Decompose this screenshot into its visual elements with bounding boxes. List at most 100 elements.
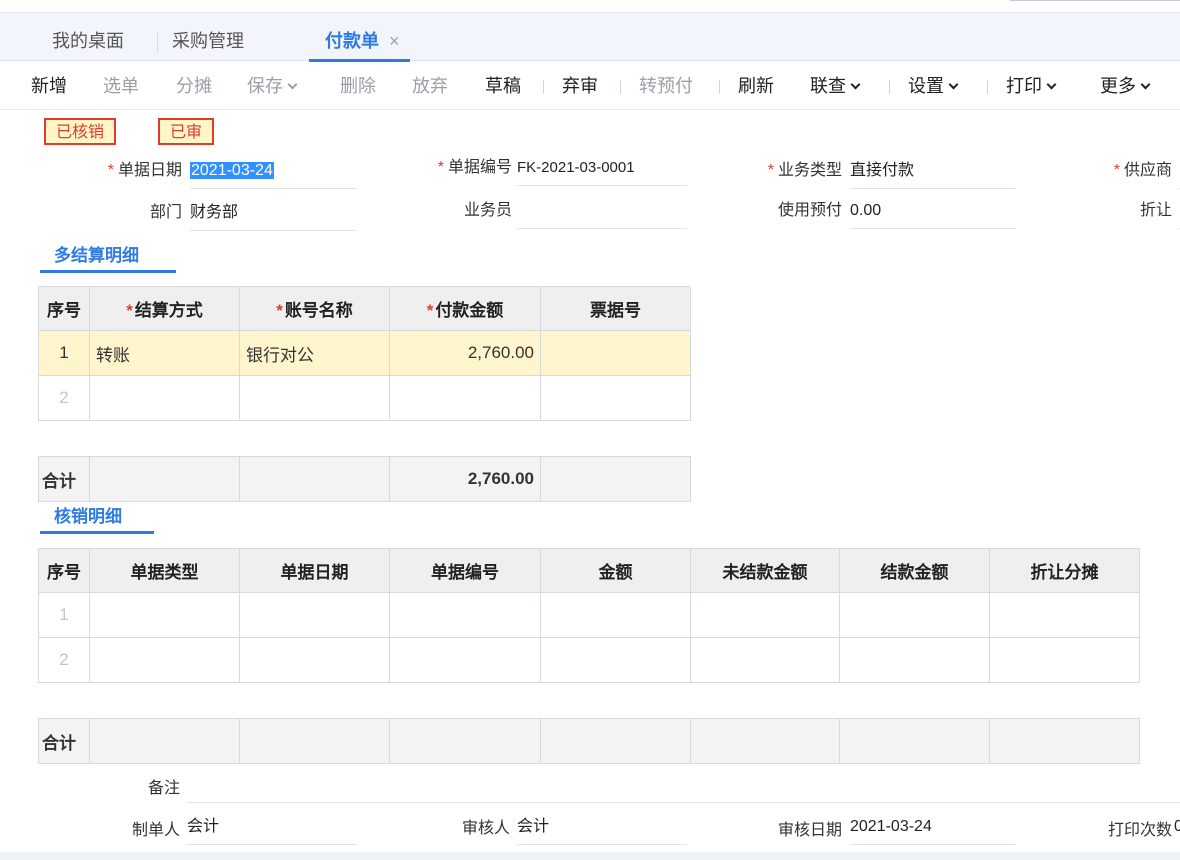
draft-button[interactable]: 草稿 (485, 62, 521, 110)
total-empty-cell (540, 456, 691, 502)
chevron-down-icon (948, 79, 959, 90)
table-row[interactable]: 2 (38, 375, 691, 421)
bill-no-cell[interactable] (540, 330, 691, 376)
toolbar-separator (987, 80, 988, 94)
table-cell[interactable] (690, 592, 840, 638)
table-cell[interactable] (540, 637, 691, 683)
to-prepay-button[interactable]: 转预付 (639, 62, 693, 110)
dept-label: 部门 (149, 204, 182, 221)
total-row: 合计 (38, 718, 1140, 764)
doc-date-field[interactable]: 2021-03-24 (190, 159, 356, 189)
total-empty-cell (389, 718, 541, 764)
row-index: 1 (38, 330, 90, 376)
settle-method-cell[interactable] (89, 375, 240, 421)
supplier-label-text: 供应商 (1123, 162, 1172, 179)
use-prepay-field[interactable]: 0.00 (850, 199, 1016, 229)
col-header-doc-no: 单据编号 (389, 548, 541, 593)
writeoff-total-table: 合计 (38, 718, 1140, 764)
total-empty-cell (239, 718, 390, 764)
table-row[interactable]: 1 转账 银行对公 2,760.00 (38, 330, 691, 376)
use-prepay-label: 使用预付 (777, 202, 842, 219)
print-count-field: 0 (1174, 818, 1180, 835)
print-count-label: 打印次数 (1107, 822, 1172, 839)
doc-date-label: * 单据日期 (60, 159, 182, 183)
save-button[interactable]: 保存 (247, 62, 298, 110)
table-cell[interactable] (839, 592, 990, 638)
required-mark: * (107, 162, 114, 179)
table-cell[interactable] (89, 637, 240, 683)
more-button[interactable]: 更多 (1100, 62, 1151, 110)
toolbar-separator (719, 80, 720, 94)
window-top-strip (0, 0, 1180, 13)
status-badge-audited: 已审 (158, 118, 215, 145)
tab-purchase-mgmt[interactable]: 采购管理 (172, 13, 244, 61)
writeoff-title-text: 核销明细 (54, 507, 122, 526)
supplier-label: * 供应商 (1060, 159, 1172, 183)
row-index: 2 (38, 637, 90, 683)
new-button[interactable]: 新增 (31, 62, 67, 110)
table-cell[interactable] (89, 592, 240, 638)
writeoff-table: 序号 单据类型 单据日期 单据编号 金额 未结款金额 结款金额 折让分摊 1 2 (38, 548, 1140, 683)
doc-no-label-text: 单据编号 (447, 159, 512, 176)
doc-date-value: 2021-03-24 (190, 162, 274, 179)
table-cell[interactable] (690, 637, 840, 683)
tab-payment-order[interactable]: 付款单 × (309, 13, 416, 62)
auditor-field: 会计 (517, 815, 687, 845)
row-index: 2 (38, 375, 90, 421)
total-label: 合计 (38, 718, 90, 764)
delete-button[interactable]: 删除 (340, 62, 376, 110)
table-cell[interactable] (389, 592, 541, 638)
col-header-doc-type: 单据类型 (89, 548, 240, 593)
select-button[interactable]: 选单 (103, 62, 139, 110)
discount-label: 折让 (1139, 202, 1172, 219)
required-mark: * (437, 159, 444, 176)
total-row: 合计 2,760.00 (38, 456, 691, 502)
tab-label: 付款单 (325, 31, 379, 51)
table-cell[interactable] (989, 592, 1140, 638)
link-query-button[interactable]: 联查 (810, 62, 861, 110)
table-row[interactable]: 2 (38, 637, 1140, 683)
table-row[interactable]: 1 (38, 592, 1140, 638)
doc-date-label-text: 单据日期 (117, 162, 182, 179)
biz-type-label-text: 业务类型 (777, 162, 842, 179)
dept-field[interactable]: 财务部 (190, 201, 356, 231)
table-cell[interactable] (239, 592, 390, 638)
tab-my-desktop[interactable]: 我的桌面 (52, 13, 124, 61)
col-header-settled: 结款金额 (839, 548, 990, 593)
table-cell[interactable] (540, 592, 691, 638)
unaudit-button[interactable]: 弃审 (562, 62, 598, 110)
total-empty-cell (89, 456, 240, 502)
account-name-cell[interactable]: 银行对公 (239, 330, 390, 376)
table-cell[interactable] (839, 637, 990, 683)
auditor-label: 审核人 (461, 820, 510, 837)
total-empty-cell (89, 718, 240, 764)
table-cell[interactable] (389, 637, 541, 683)
biz-type-select[interactable]: 直接付款 (850, 159, 1016, 189)
settle-method-cell[interactable]: 转账 (89, 330, 240, 376)
table-cell[interactable] (989, 637, 1140, 683)
biz-type-label: * 业务类型 (720, 159, 842, 183)
bill-no-cell[interactable] (540, 375, 691, 421)
tab-label: 采购管理 (172, 31, 244, 51)
section-underline (40, 531, 154, 534)
salesman-field[interactable] (517, 199, 687, 229)
settings-button[interactable]: 设置 (908, 62, 959, 110)
remark-field[interactable] (187, 773, 1180, 803)
table-cell[interactable] (239, 637, 390, 683)
audit-date-field: 2021-03-24 (850, 815, 1016, 845)
allocate-button[interactable]: 分摊 (176, 62, 212, 110)
doc-no-field[interactable]: FK-2021-03-0001 (517, 156, 687, 186)
refresh-button[interactable]: 刷新 (738, 62, 774, 110)
total-empty-cell (540, 718, 691, 764)
discard-button[interactable]: 放弃 (412, 62, 448, 110)
close-icon[interactable]: × (389, 31, 400, 51)
print-label: 打印 (1006, 76, 1042, 96)
account-name-cell[interactable] (239, 375, 390, 421)
table-header-row: 序号 单据类型 单据日期 单据编号 金额 未结款金额 结款金额 折让分摊 (38, 548, 1140, 593)
print-button[interactable]: 打印 (1006, 62, 1057, 110)
total-amount: 2,760.00 (389, 456, 541, 502)
top-corner-line (1010, 0, 1180, 1)
amount-cell[interactable]: 2,760.00 (389, 330, 541, 376)
tab-bar: 我的桌面 采购管理 付款单 × (0, 13, 1180, 62)
amount-cell[interactable] (389, 375, 541, 421)
